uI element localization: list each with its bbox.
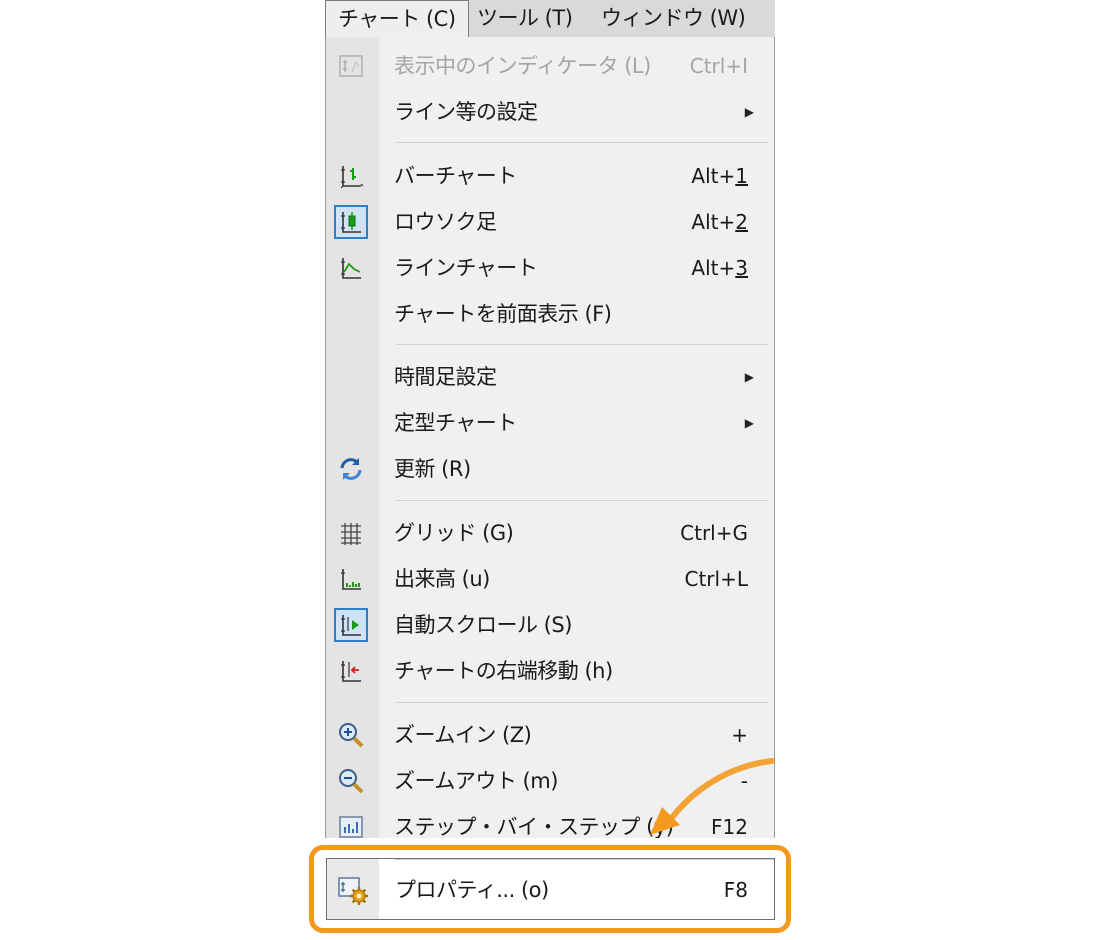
separator: [396, 142, 768, 143]
properties-gear-icon: [337, 874, 369, 906]
menu-item-refresh[interactable]: 更新 (R): [326, 447, 774, 491]
zoom-in-icon: [334, 718, 368, 752]
menu-item-timeframes[interactable]: 時間足設定 ▶: [326, 355, 774, 399]
menu-item-line-settings[interactable]: ライン等の設定 ▶: [326, 90, 774, 134]
submenu-arrow-icon: ▶: [744, 370, 754, 384]
menu-item-bar-chart[interactable]: バーチャート Alt+1: [326, 154, 774, 198]
bar-chart-icon: [334, 159, 368, 193]
menu-item-line-chart[interactable]: ラインチャート Alt+3: [326, 246, 774, 290]
menu-item-properties[interactable]: プロパティ... (o) F8: [326, 858, 775, 920]
menu-item-volume[interactable]: 出来高 (u) Ctrl+L: [326, 557, 774, 601]
submenu-arrow-icon: ▶: [744, 416, 754, 430]
line-chart-icon: [334, 251, 368, 285]
menu-item-zoom-in[interactable]: ズームイン (Z) +: [326, 713, 774, 757]
menu-window[interactable]: ウィンドウ (W): [589, 0, 757, 37]
menu-bar: チャート (C) ツール (T) ウィンドウ (W): [325, 0, 775, 38]
menu-item-indicators-list[interactable]: 表示中のインディケータ (L) Ctrl+I: [326, 44, 774, 88]
grid-icon: [334, 516, 368, 550]
submenu-arrow-icon: ▶: [744, 105, 754, 119]
separator: [396, 702, 768, 703]
menu-chart[interactable]: チャート (C): [325, 0, 469, 38]
pointer-arrow-icon: [650, 758, 775, 835]
menu-item-candlestick[interactable]: ロウソク足 Alt+2: [326, 200, 774, 244]
auto-scroll-icon: [334, 608, 368, 642]
menu-item-chart-foreground[interactable]: チャートを前面表示 (F): [326, 292, 774, 336]
menu-item-chart-shift[interactable]: チャートの右端移動 (h): [326, 649, 774, 693]
candlestick-icon: [334, 205, 368, 239]
separator: [396, 344, 768, 345]
menu-tools[interactable]: ツール (T): [465, 0, 584, 37]
indicator-list-icon: [334, 49, 368, 83]
menu-item-auto-scroll[interactable]: 自動スクロール (S): [326, 603, 774, 647]
refresh-icon: [334, 452, 368, 486]
volume-icon: [334, 562, 368, 596]
menu-item-grid[interactable]: グリッド (G) Ctrl+G: [326, 511, 774, 555]
zoom-out-icon: [334, 764, 368, 798]
menu-item-templates[interactable]: 定型チャート ▶: [326, 401, 774, 445]
separator: [396, 500, 768, 501]
chart-shift-icon: [334, 654, 368, 688]
